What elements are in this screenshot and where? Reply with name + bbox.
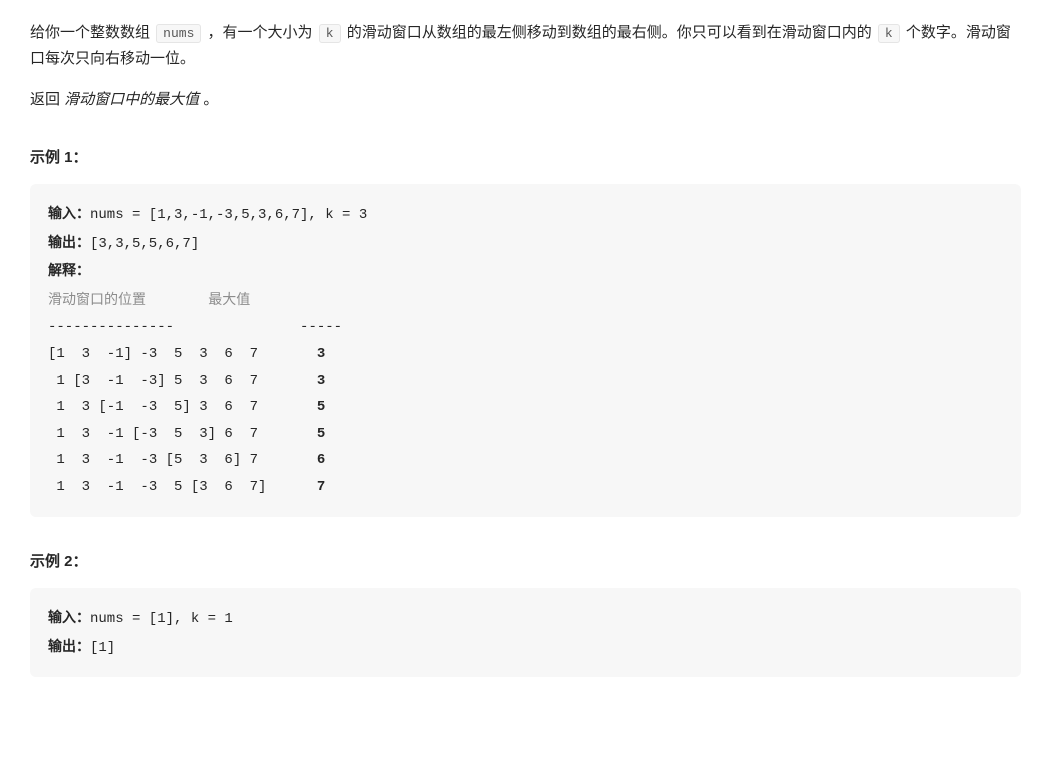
table-row-6-max: 7 — [317, 479, 325, 495]
table-row-6-window: 1 3 -1 -3 5 [3 6 7] — [48, 479, 317, 495]
description-paragraph-1: 给你一个整数数组 nums ，有一个大小为 k 的滑动窗口从数组的最左侧移动到数… — [30, 20, 1021, 71]
example-1-output-line: 输出：[3,3,5,5,6,7] — [48, 229, 1003, 258]
explain-label: 解释： — [48, 262, 90, 278]
table-row-3-max: 5 — [317, 399, 325, 415]
example-2-output-line: 输出：[1] — [48, 633, 1003, 662]
table-row-3-window: 1 3 [-1 -3 5] 3 6 7 — [48, 399, 317, 415]
input-value: nums = [1,3,-1,-3,5,3,6,7], k = 3 — [90, 207, 367, 223]
table-row-2-max: 3 — [317, 373, 325, 389]
table-row-1-window: [1 3 -1] -3 5 3 6 7 — [48, 346, 317, 362]
input-label: 输入： — [48, 609, 90, 625]
output-label: 输出： — [48, 234, 90, 250]
table-divider: --------------- ----- — [48, 319, 342, 335]
example-2-heading: 示例 2： — [30, 549, 1021, 575]
output-label: 输出： — [48, 638, 90, 654]
example-2-block: 输入：nums = [1], k = 1 输出：[1] — [30, 588, 1021, 677]
output-value: [3,3,5,5,6,7] — [90, 236, 199, 252]
text-segment: 给你一个整数数组 — [30, 24, 154, 41]
table-row-5-max: 6 — [317, 452, 325, 468]
problem-description: 给你一个整数数组 nums ，有一个大小为 k 的滑动窗口从数组的最左侧移动到数… — [30, 20, 1021, 113]
inline-code-k: k — [319, 24, 341, 43]
inline-code-nums: nums — [156, 24, 201, 43]
description-paragraph-2: 返回 滑动窗口中的最大值 。 — [30, 87, 1021, 113]
example-1-block: 输入：nums = [1,3,-1,-3,5,3,6,7], k = 3 输出：… — [30, 184, 1021, 517]
italic-text: 滑动窗口中的最大值 — [64, 91, 199, 108]
table-row-2-window: 1 [3 -1 -3] 5 3 6 7 — [48, 373, 317, 389]
output-value: [1] — [90, 640, 115, 656]
table-header: 滑动窗口的位置 最大值 — [48, 291, 250, 307]
text-segment: ，有一个大小为 — [203, 24, 316, 41]
table-row-1-max: 3 — [317, 346, 325, 362]
example-2-input-line: 输入：nums = [1], k = 1 — [48, 604, 1003, 633]
example-1-explain-line: 解释： — [48, 257, 1003, 286]
table-row-5-window: 1 3 -1 -3 [5 3 6] 7 — [48, 452, 317, 468]
input-value: nums = [1], k = 1 — [90, 611, 233, 627]
example-1-heading: 示例 1： — [30, 145, 1021, 171]
text-segment: 。 — [199, 91, 218, 108]
example-1-table: 滑动窗口的位置 最大值 --------------- ----- [1 3 -… — [48, 286, 1003, 501]
table-row-4-window: 1 3 -1 [-3 5 3] 6 7 — [48, 426, 317, 442]
inline-code-k-2: k — [878, 24, 900, 43]
text-segment: 返回 — [30, 91, 64, 108]
input-label: 输入： — [48, 205, 90, 221]
table-row-4-max: 5 — [317, 426, 325, 442]
example-1-input-line: 输入：nums = [1,3,-1,-3,5,3,6,7], k = 3 — [48, 200, 1003, 229]
text-segment: 的滑动窗口从数组的最左侧移动到数组的最右侧。你只可以看到在滑动窗口内的 — [343, 24, 876, 41]
